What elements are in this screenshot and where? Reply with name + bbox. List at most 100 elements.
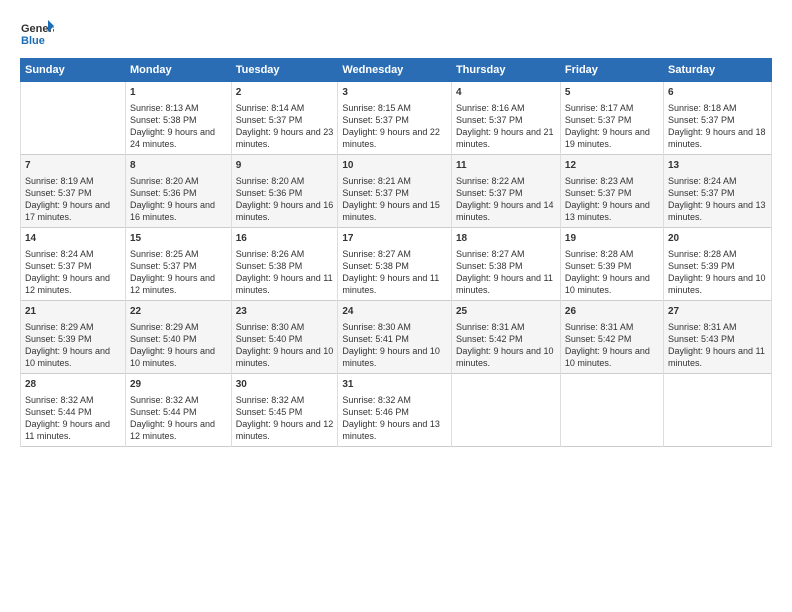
sunrise-text: Sunrise: 8:18 AM: [668, 102, 767, 114]
day-number: 5: [565, 86, 659, 100]
daylight-text: Daylight: 9 hours and 23 minutes.: [236, 126, 334, 150]
daylight-text: Daylight: 9 hours and 13 minutes.: [342, 418, 447, 442]
sunset-text: Sunset: 5:36 PM: [130, 187, 227, 199]
sunset-text: Sunset: 5:37 PM: [25, 260, 121, 272]
day-header-saturday: Saturday: [663, 59, 771, 82]
sunrise-text: Sunrise: 8:32 AM: [236, 394, 334, 406]
calendar-cell: 2Sunrise: 8:14 AMSunset: 5:37 PMDaylight…: [231, 82, 338, 155]
sunset-text: Sunset: 5:38 PM: [456, 260, 556, 272]
day-number: 6: [668, 86, 767, 100]
sunrise-text: Sunrise: 8:29 AM: [130, 321, 227, 333]
page: General Blue SundayMondayTuesdayWednesda…: [0, 0, 792, 612]
sunrise-text: Sunrise: 8:31 AM: [565, 321, 659, 333]
week-row-5: 28Sunrise: 8:32 AMSunset: 5:44 PMDayligh…: [21, 374, 772, 447]
sunset-text: Sunset: 5:37 PM: [668, 187, 767, 199]
daylight-text: Daylight: 9 hours and 24 minutes.: [130, 126, 227, 150]
sunset-text: Sunset: 5:39 PM: [668, 260, 767, 272]
calendar-cell: [663, 374, 771, 447]
daylight-text: Daylight: 9 hours and 11 minutes.: [25, 418, 121, 442]
logo-svg: General Blue: [20, 18, 54, 52]
day-header-wednesday: Wednesday: [338, 59, 452, 82]
calendar-cell: [21, 82, 126, 155]
sunrise-text: Sunrise: 8:27 AM: [342, 248, 447, 260]
sunset-text: Sunset: 5:37 PM: [565, 114, 659, 126]
sunrise-text: Sunrise: 8:32 AM: [342, 394, 447, 406]
calendar-cell: 1 Sunrise: 8:13 AMSunset: 5:38 PMDaylight…: [126, 82, 232, 155]
sunset-text: Sunset: 5:38 PM: [342, 260, 447, 272]
sunrise-text: Sunrise: 8:30 AM: [236, 321, 334, 333]
header: General Blue: [20, 18, 772, 52]
daylight-text: Daylight: 9 hours and 10 minutes.: [565, 272, 659, 296]
calendar-cell: 10Sunrise: 8:21 AMSunset: 5:37 PMDayligh…: [338, 155, 452, 228]
sunset-text: Sunset: 5:38 PM: [130, 114, 227, 126]
sunset-text: Sunset: 5:37 PM: [130, 260, 227, 272]
sunrise-text: Sunrise: 8:31 AM: [456, 321, 556, 333]
sunrise-text: Sunrise: 8:13 AM: [130, 102, 227, 114]
daylight-text: Daylight: 9 hours and 19 minutes.: [565, 126, 659, 150]
daylight-text: Daylight: 9 hours and 16 minutes.: [130, 199, 227, 223]
calendar-cell: 11Sunrise: 8:22 AMSunset: 5:37 PMDayligh…: [451, 155, 560, 228]
sunset-text: Sunset: 5:43 PM: [668, 333, 767, 345]
calendar-cell: 26Sunrise: 8:31 AMSunset: 5:42 PMDayligh…: [560, 301, 663, 374]
week-row-4: 21Sunrise: 8:29 AMSunset: 5:39 PMDayligh…: [21, 301, 772, 374]
sunset-text: Sunset: 5:42 PM: [565, 333, 659, 345]
calendar-cell: 15Sunrise: 8:25 AMSunset: 5:37 PMDayligh…: [126, 228, 232, 301]
day-number: 4: [456, 86, 556, 100]
sunrise-text: Sunrise: 8:28 AM: [565, 248, 659, 260]
day-header-friday: Friday: [560, 59, 663, 82]
day-number: 17: [342, 232, 447, 246]
day-number: 12: [565, 159, 659, 173]
calendar-cell: 21Sunrise: 8:29 AMSunset: 5:39 PMDayligh…: [21, 301, 126, 374]
daylight-text: Daylight: 9 hours and 10 minutes.: [456, 345, 556, 369]
sunset-text: Sunset: 5:42 PM: [456, 333, 556, 345]
calendar-cell: 19Sunrise: 8:28 AMSunset: 5:39 PMDayligh…: [560, 228, 663, 301]
day-header-monday: Monday: [126, 59, 232, 82]
sunrise-text: Sunrise: 8:20 AM: [236, 175, 334, 187]
day-number: 27: [668, 305, 767, 319]
daylight-text: Daylight: 9 hours and 14 minutes.: [456, 199, 556, 223]
sunrise-text: Sunrise: 8:24 AM: [25, 248, 121, 260]
sunrise-text: Sunrise: 8:23 AM: [565, 175, 659, 187]
day-number: 10: [342, 159, 447, 173]
sunrise-text: Sunrise: 8:15 AM: [342, 102, 447, 114]
sunrise-text: Sunrise: 8:19 AM: [25, 175, 121, 187]
calendar-cell: 16Sunrise: 8:26 AMSunset: 5:38 PMDayligh…: [231, 228, 338, 301]
calendar-cell: 7Sunrise: 8:19 AMSunset: 5:37 PMDaylight…: [21, 155, 126, 228]
day-number: 30: [236, 378, 334, 392]
calendar-cell: 29Sunrise: 8:32 AMSunset: 5:44 PMDayligh…: [126, 374, 232, 447]
day-number: 31: [342, 378, 447, 392]
calendar-cell: 28Sunrise: 8:32 AMSunset: 5:44 PMDayligh…: [21, 374, 126, 447]
day-number: 20: [668, 232, 767, 246]
day-number: 15: [130, 232, 227, 246]
calendar-cell: 3Sunrise: 8:15 AMSunset: 5:37 PMDaylight…: [338, 82, 452, 155]
sunset-text: Sunset: 5:44 PM: [130, 406, 227, 418]
calendar-cell: 6Sunrise: 8:18 AMSunset: 5:37 PMDaylight…: [663, 82, 771, 155]
calendar-cell: 5 Sunrise: 8:17 AMSunset: 5:37 PMDaylight…: [560, 82, 663, 155]
calendar-cell: 4Sunrise: 8:16 AMSunset: 5:37 PMDaylight…: [451, 82, 560, 155]
day-number: 23: [236, 305, 334, 319]
day-number: 24: [342, 305, 447, 319]
day-number: 7: [25, 159, 121, 173]
sunrise-text: Sunrise: 8:17 AM: [565, 102, 659, 114]
sunrise-text: Sunrise: 8:20 AM: [130, 175, 227, 187]
sunrise-text: Sunrise: 8:32 AM: [130, 394, 227, 406]
calendar-cell: 24Sunrise: 8:30 AMSunset: 5:41 PMDayligh…: [338, 301, 452, 374]
sunset-text: Sunset: 5:37 PM: [236, 114, 334, 126]
day-number: 1: [130, 86, 227, 100]
week-row-1: 1Sunrise: 8:13 AMSunset: 5:38 PMDaylight…: [21, 82, 772, 155]
day-number: 21: [25, 305, 121, 319]
daylight-text: Daylight: 9 hours and 10 minutes.: [25, 345, 121, 369]
calendar-table: SundayMondayTuesdayWednesdayThursdayFrid…: [20, 58, 772, 447]
sunset-text: Sunset: 5:37 PM: [342, 114, 447, 126]
daylight-text: Daylight: 9 hours and 16 minutes.: [236, 199, 334, 223]
sunset-text: Sunset: 5:46 PM: [342, 406, 447, 418]
calendar-cell: 22Sunrise: 8:29 AMSunset: 5:40 PMDayligh…: [126, 301, 232, 374]
daylight-text: Daylight: 9 hours and 13 minutes.: [668, 199, 767, 223]
day-number: 18: [456, 232, 556, 246]
calendar-cell: 23Sunrise: 8:30 AMSunset: 5:40 PMDayligh…: [231, 301, 338, 374]
calendar-cell: 9Sunrise: 8:20 AMSunset: 5:36 PMDaylight…: [231, 155, 338, 228]
daylight-text: Daylight: 9 hours and 10 minutes.: [342, 345, 447, 369]
daylight-text: Daylight: 9 hours and 18 minutes.: [668, 126, 767, 150]
daylight-text: Daylight: 9 hours and 12 minutes.: [130, 272, 227, 296]
sunset-text: Sunset: 5:37 PM: [342, 187, 447, 199]
